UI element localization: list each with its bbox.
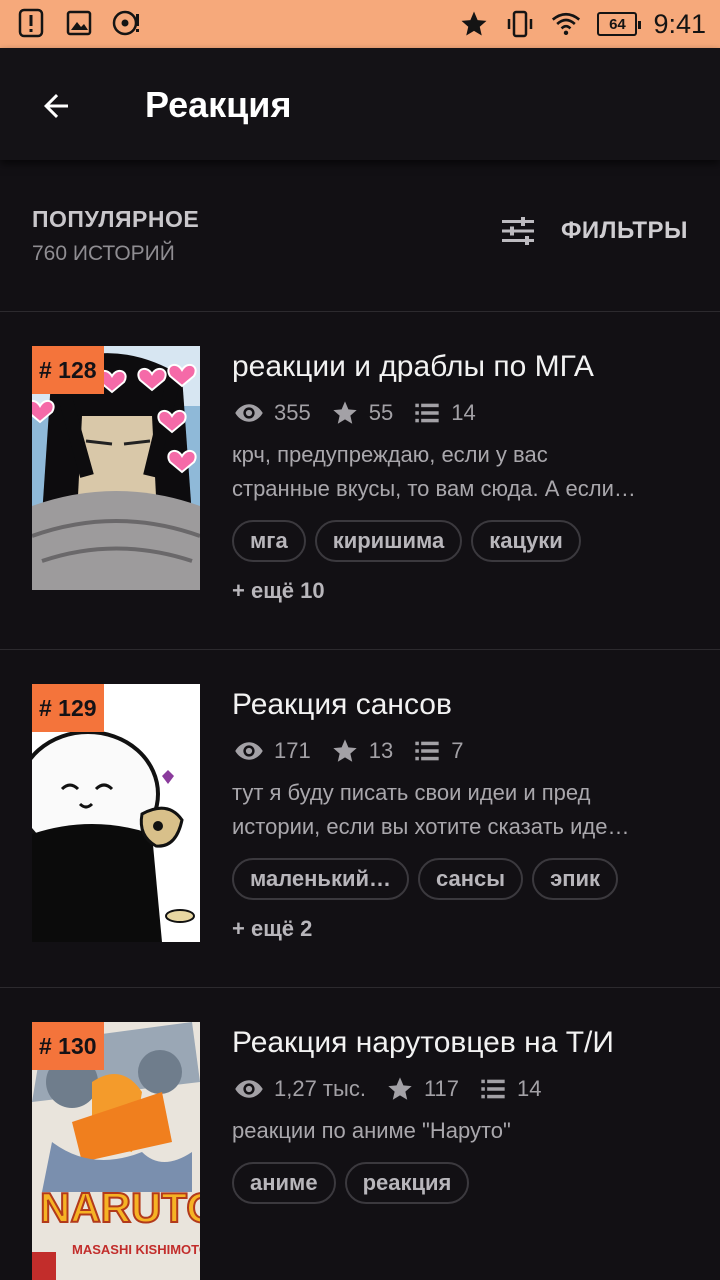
tag-chip[interactable]: аниме xyxy=(232,1162,336,1204)
list-icon xyxy=(415,403,439,423)
image-icon xyxy=(64,8,94,38)
chapters-stat: 14 xyxy=(413,399,476,427)
sort-bar: ПОПУЛЯРНОЕ 760 ИСТОРИЙ ФИЛЬТРЫ xyxy=(0,160,720,312)
cover-author-text: MASASHI KISHIMOTO xyxy=(72,1242,200,1257)
story-description: тут я буду писать свои идеи и пред истор… xyxy=(232,776,688,844)
stars-stat: 13 xyxy=(331,737,393,765)
description-line: странные вкусы, то вам сюда. А если… xyxy=(232,476,636,501)
description-line: истории, если вы хотите сказать иде… xyxy=(232,814,630,839)
music-icon xyxy=(112,8,142,38)
back-button[interactable] xyxy=(28,78,84,134)
chapters-count: 14 xyxy=(451,400,476,425)
list-icon xyxy=(415,741,439,761)
rank-badge: # 129 xyxy=(32,684,104,732)
story-title: реакции и драблы по МГА xyxy=(232,350,594,383)
app-bar: Реакция xyxy=(0,48,720,160)
stars-count: 13 xyxy=(368,738,394,763)
stars-stat: 117 xyxy=(386,1075,459,1103)
star-icon xyxy=(388,1077,412,1100)
tag-chip[interactable]: киришима xyxy=(314,520,463,562)
views-count: 355 xyxy=(274,400,311,425)
filter-label: ФИЛЬТРЫ xyxy=(560,217,688,244)
tag-chip[interactable]: эпик xyxy=(532,858,619,900)
views-stat: 171 xyxy=(234,736,311,766)
more-tags-link[interactable]: + ещё 10 xyxy=(232,578,325,604)
tag-list: мга киришима кацуки xyxy=(232,520,581,562)
tag-list: маленький… сансы эпик xyxy=(232,858,619,900)
story-item[interactable]: # 128 реакции и драблы по МГА 355 55 14 … xyxy=(0,312,720,650)
description-line: реакции по аниме "Наруто" xyxy=(232,1118,511,1143)
eye-icon xyxy=(235,1080,263,1098)
views-stat: 1,27 тыс. xyxy=(234,1074,366,1104)
description-line: тут я буду писать свои идеи и пред xyxy=(232,780,591,805)
chapters-stat: 7 xyxy=(413,737,463,765)
sort-label[interactable]: ПОПУЛЯРНОЕ xyxy=(32,206,199,233)
star-icon xyxy=(333,401,357,424)
rank-badge: # 128 xyxy=(32,346,104,394)
more-tags-link[interactable]: + ещё 2 xyxy=(232,916,312,942)
views-count: 1,27 тыс. xyxy=(274,1076,366,1101)
story-description: реакции по аниме "Наруто" xyxy=(232,1114,688,1148)
story-stats: 1,27 тыс. 117 14 xyxy=(234,1074,562,1104)
story-title: Реакция сансов xyxy=(232,688,452,721)
story-item[interactable]: # 129 Реакция сансов 171 13 7 тут я буду… xyxy=(0,650,720,988)
tag-chip[interactable]: реакция xyxy=(344,1162,470,1204)
tag-chip[interactable]: маленький… xyxy=(232,858,410,900)
stars-count: 55 xyxy=(368,400,394,425)
page-title: Реакция xyxy=(145,84,292,125)
cover-title-text: NARUTO xyxy=(40,1184,200,1231)
alert-icon xyxy=(16,8,46,38)
filter-button[interactable]: ФИЛЬТРЫ xyxy=(501,216,688,246)
tag-chip[interactable]: мга xyxy=(232,520,306,562)
battery-icon: 64 xyxy=(597,12,642,36)
eye-icon xyxy=(235,404,263,422)
status-bar: 64 9:41 xyxy=(0,0,720,48)
story-description: крч, предупреждаю, если у вас странные в… xyxy=(232,438,688,506)
battery-level: 64 xyxy=(609,15,626,33)
chapters-count: 14 xyxy=(517,1076,542,1101)
tag-chip[interactable]: сансы xyxy=(418,858,524,900)
tag-list: аниме реакция xyxy=(232,1162,470,1204)
eye-icon xyxy=(235,742,263,760)
clock: 9:41 xyxy=(653,8,706,39)
views-stat: 355 xyxy=(234,398,311,428)
star-icon xyxy=(459,9,489,39)
stars-stat: 55 xyxy=(331,399,393,427)
arrow-left-icon xyxy=(44,94,68,118)
tag-chip[interactable]: кацуки xyxy=(471,520,581,562)
story-item[interactable]: NARUTO MASASHI KISHIMOTO # 130 Реакция н… xyxy=(0,988,720,1280)
chapters-count: 7 xyxy=(451,738,464,763)
wifi-icon xyxy=(551,9,581,39)
list-icon xyxy=(481,1079,505,1099)
vibrate-icon xyxy=(505,9,535,39)
story-count: 760 ИСТОРИЙ xyxy=(32,242,175,265)
story-title: Реакция нарутовцев на Т/И xyxy=(232,1026,614,1059)
description-line: крч, предупреждаю, если у вас xyxy=(232,442,548,467)
rank-badge: # 130 xyxy=(32,1022,104,1070)
story-stats: 171 13 7 xyxy=(234,736,483,766)
sliders-icon xyxy=(501,217,534,245)
story-stats: 355 55 14 xyxy=(234,398,496,428)
chapters-stat: 14 xyxy=(479,1075,542,1103)
stars-count: 117 xyxy=(423,1076,460,1101)
star-icon xyxy=(333,739,357,762)
views-count: 171 xyxy=(274,738,311,763)
